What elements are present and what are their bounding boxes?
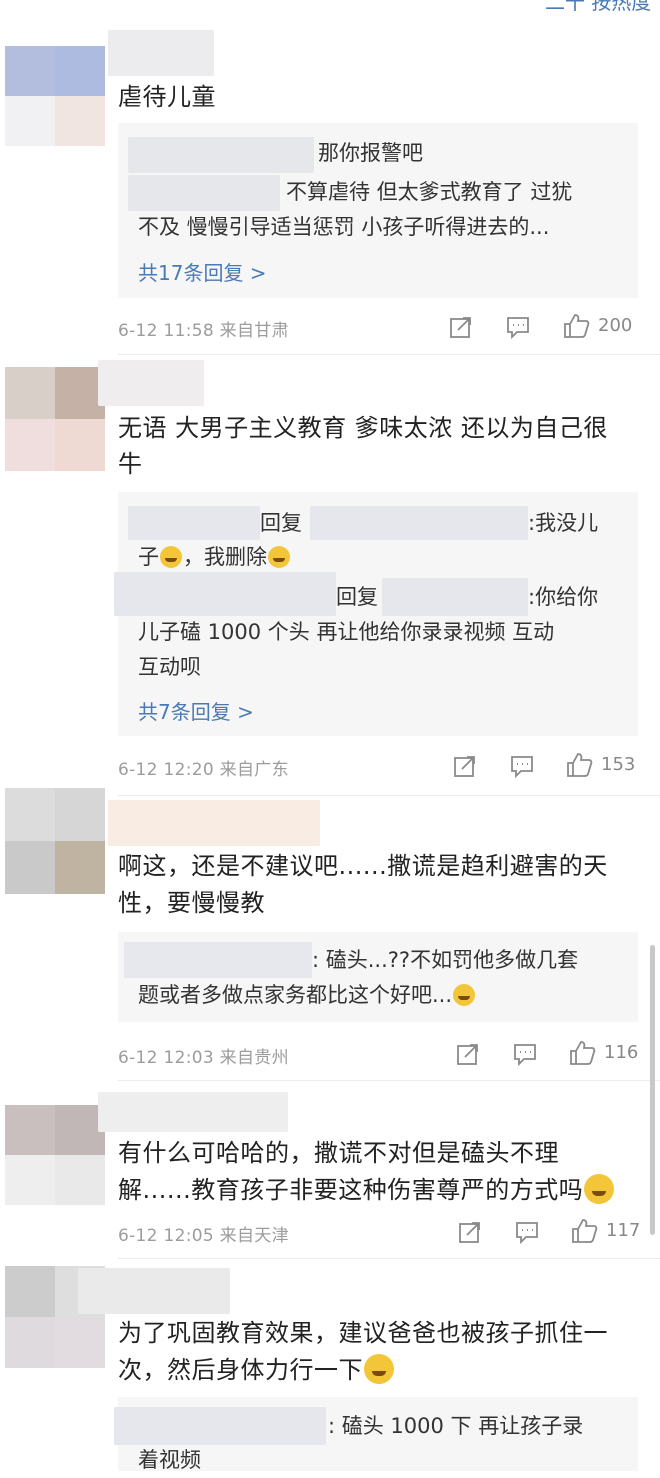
reply-target-username[interactable] bbox=[310, 506, 528, 540]
username[interactable] bbox=[98, 360, 204, 406]
divider bbox=[118, 1080, 660, 1081]
reply-text: 着视频 bbox=[138, 1448, 201, 1472]
like-icon[interactable] bbox=[568, 1039, 596, 1067]
comment-icon[interactable] bbox=[512, 1041, 538, 1067]
like-count: 200 bbox=[598, 315, 633, 336]
like-count: 116 bbox=[604, 1042, 639, 1063]
like-icon[interactable] bbox=[562, 312, 590, 340]
reply-text: 互动呗 bbox=[138, 655, 201, 679]
comment-icon[interactable] bbox=[505, 314, 531, 340]
like-count: 153 bbox=[601, 754, 636, 775]
comment-text: 虐待儿童 bbox=[118, 83, 216, 111]
share-icon[interactable] bbox=[452, 753, 478, 779]
reply-label: 回复 bbox=[260, 511, 302, 535]
comment-text: 解......教育孩子非要这种伤害尊严的方式吗 bbox=[118, 1172, 615, 1208]
sort-by-heat-label[interactable]: 二十 按热度 bbox=[545, 0, 651, 15]
laugh-cry-emoji-icon bbox=[453, 984, 476, 1006]
comment-text: 有什么可哈哈的，撒谎不对但是磕头不理 bbox=[118, 1139, 559, 1167]
comment-meta: 6-12 12:20 来自广东 bbox=[118, 760, 289, 780]
comment-icon[interactable] bbox=[514, 1219, 540, 1245]
avatar[interactable] bbox=[5, 367, 105, 471]
like-icon[interactable] bbox=[570, 1217, 598, 1245]
username[interactable] bbox=[78, 1268, 230, 1314]
avatar[interactable] bbox=[5, 46, 105, 146]
reply-text: : 磕头...??不如罚他多做几套 bbox=[312, 948, 579, 972]
divider bbox=[118, 795, 660, 796]
reply-label: 回复 bbox=[336, 585, 378, 609]
comment-icon[interactable] bbox=[509, 753, 535, 779]
comment-text-part: 解......教育孩子非要这种伤害尊严的方式吗 bbox=[118, 1176, 584, 1204]
reply-username[interactable] bbox=[128, 506, 260, 540]
like-count: 117 bbox=[606, 1220, 641, 1241]
laugh-cry-emoji-icon bbox=[160, 546, 182, 568]
comment-text: 啊这，还是不建议吧......撒谎是趋利避害的天 bbox=[118, 852, 608, 880]
laugh-cry-emoji-icon bbox=[268, 546, 290, 568]
smile-emoji-icon bbox=[364, 1354, 394, 1384]
username[interactable] bbox=[108, 800, 320, 846]
crying-emoji-icon bbox=[584, 1174, 615, 1204]
avatar[interactable] bbox=[5, 788, 105, 894]
comment-text: 牛 bbox=[118, 450, 143, 478]
reply-box[interactable]: 那你报警吧 不算虐待 但太爹式教育了 过犹 不及 慢慢引导适当惩罚 小孩子听得进… bbox=[118, 123, 638, 298]
reply-text-part: 题或者多做点家务都比这个好吧... bbox=[138, 983, 453, 1007]
share-icon[interactable] bbox=[455, 1041, 481, 1067]
reply-text: 那你报警吧 bbox=[318, 141, 423, 165]
avatar[interactable] bbox=[5, 1105, 105, 1205]
reply-text: :你给你 bbox=[528, 585, 599, 609]
comment-text: 性，要慢慢教 bbox=[118, 889, 265, 917]
reply-text-part: ，我删除 bbox=[183, 545, 267, 569]
more-replies-link[interactable]: 共17条回复 > bbox=[138, 257, 267, 286]
divider bbox=[118, 354, 660, 355]
reply-target-username[interactable] bbox=[382, 578, 528, 616]
reply-box[interactable]: : 磕头 1000 下 再让孩子录 着视频 bbox=[114, 1397, 638, 1472]
reply-text: : 磕头 1000 下 再让孩子录 bbox=[328, 1414, 584, 1438]
comment-meta: 6-12 12:03 来自贵州 bbox=[118, 1048, 289, 1068]
reply-text-part: 子 bbox=[138, 545, 159, 569]
comment-text: 为了巩固教育效果，建议爸爸也被孩子抓住一 bbox=[118, 1319, 608, 1347]
scrollbar[interactable] bbox=[650, 945, 655, 1235]
reply-text: :我没儿 bbox=[528, 511, 599, 535]
reply-text: 子 ，我删除 bbox=[138, 540, 291, 575]
comment-text: 无语 大男子主义教育 爹味太浓 还以为自己很 bbox=[118, 414, 608, 442]
reply-text: 不算虐待 但太爹式教育了 过犹 bbox=[286, 180, 573, 204]
comment-text: 次，然后身体力行一下 bbox=[118, 1352, 395, 1388]
reply-text: 儿子磕 1000 个头 再让他给你录录视频 互动 bbox=[138, 620, 555, 644]
comment-text-part: 次，然后身体力行一下 bbox=[118, 1356, 363, 1384]
reply-username[interactable] bbox=[124, 942, 312, 978]
share-icon[interactable] bbox=[448, 314, 474, 340]
comment-meta: 6-12 12:05 来自天津 bbox=[118, 1226, 289, 1246]
username[interactable] bbox=[98, 1092, 288, 1132]
share-icon[interactable] bbox=[457, 1219, 483, 1245]
comment-meta: 6-12 11:58 来自甘肃 bbox=[118, 321, 289, 341]
reply-text: 题或者多做点家务都比这个好吧... bbox=[138, 978, 476, 1013]
divider bbox=[118, 1258, 660, 1259]
reply-username[interactable] bbox=[128, 137, 314, 173]
username[interactable] bbox=[108, 30, 214, 76]
reply-username[interactable] bbox=[114, 572, 336, 616]
reply-username[interactable] bbox=[114, 1407, 326, 1445]
reply-text: 不及 慢慢引导适当惩罚 小孩子听得进去的... bbox=[138, 215, 550, 239]
more-replies-link[interactable]: 共7条回复 > bbox=[138, 696, 254, 725]
like-icon[interactable] bbox=[565, 751, 593, 779]
reply-box[interactable]: 回复 :我没儿 子 ，我删除 回复 :你给你 儿子磕 1000 个头 再让他给你录… bbox=[114, 492, 638, 736]
reply-username[interactable] bbox=[128, 175, 280, 211]
reply-box[interactable]: : 磕头...??不如罚他多做几套 题或者多做点家务都比这个好吧... bbox=[118, 932, 638, 1022]
